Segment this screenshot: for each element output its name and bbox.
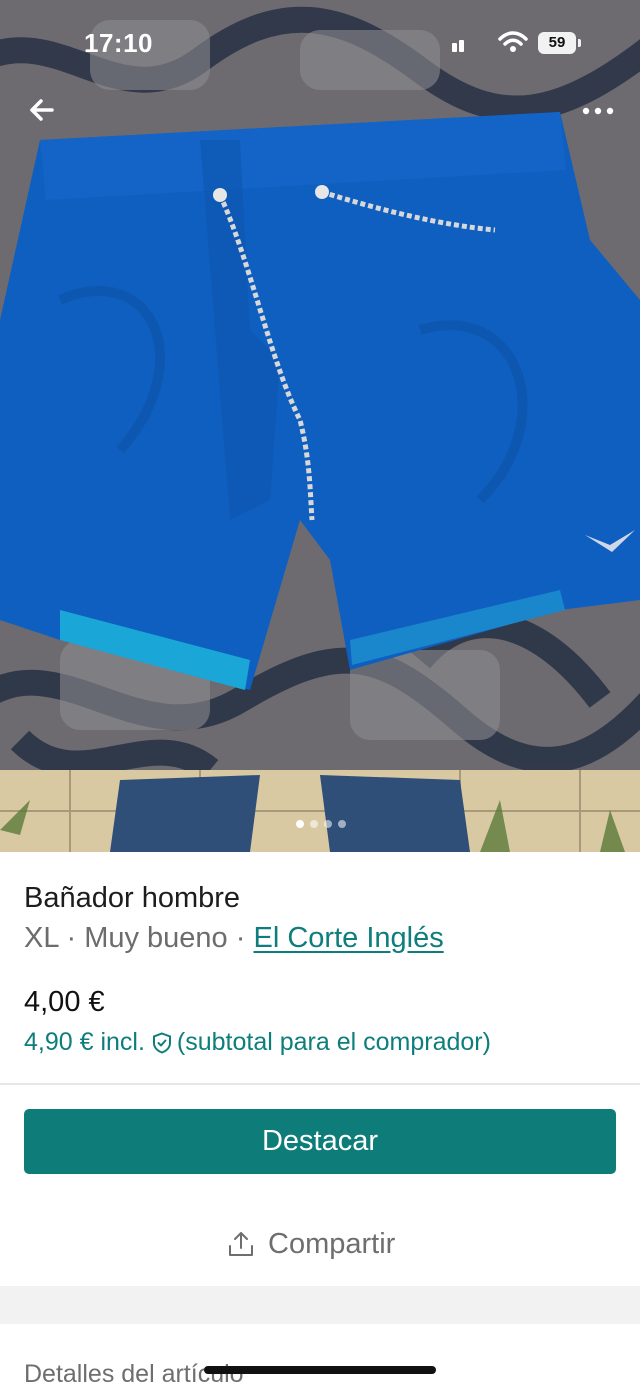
details-heading: Detalles del artículo [24, 1360, 244, 1388]
battery-tip [578, 39, 581, 47]
meta-separator: · [66, 922, 77, 954]
carousel-indicator [296, 818, 346, 830]
carousel-dot-active [296, 820, 304, 828]
item-meta: XL · Muy bueno · El Corte Inglés [24, 922, 444, 955]
item-size: XL [24, 922, 59, 954]
signal-icon [452, 40, 464, 52]
carousel-dot [310, 820, 318, 828]
home-indicator[interactable] [204, 1366, 436, 1374]
back-arrow-icon[interactable] [22, 90, 62, 130]
meta-separator: · [235, 922, 246, 954]
promote-button[interactable]: Destacar [24, 1109, 616, 1174]
item-photo[interactable] [0, 0, 640, 852]
item-price: 4,00 € [24, 986, 105, 1018]
share-label: Compartir [268, 1227, 396, 1260]
battery-indicator: 59 [538, 32, 576, 54]
brand-link[interactable]: El Corte Inglés [254, 922, 444, 954]
divider [0, 1083, 640, 1085]
share-button[interactable]: Compartir [226, 1222, 395, 1266]
buyer-price: 4,90 € incl. [24, 1028, 145, 1056]
share-upload-icon [229, 1232, 253, 1256]
more-horizontal-icon[interactable] [574, 94, 622, 128]
status-bar: 17:10 59 [0, 0, 640, 88]
item-title: Bañador hombre [24, 882, 241, 914]
status-time: 17:10 [84, 28, 153, 58]
buyer-price-row[interactable]: 4,90 € incl. (subtotal para el comprador… [24, 1028, 491, 1057]
wifi-icon [498, 31, 528, 52]
buyer-price-note: (subtotal para el comprador) [176, 1028, 491, 1056]
section-separator [0, 1286, 640, 1324]
photo-illustration [0, 0, 640, 852]
carousel-dot [324, 820, 332, 828]
item-condition: Muy bueno [84, 922, 228, 954]
carousel-dot [338, 820, 346, 828]
shield-check-icon [152, 1031, 171, 1054]
